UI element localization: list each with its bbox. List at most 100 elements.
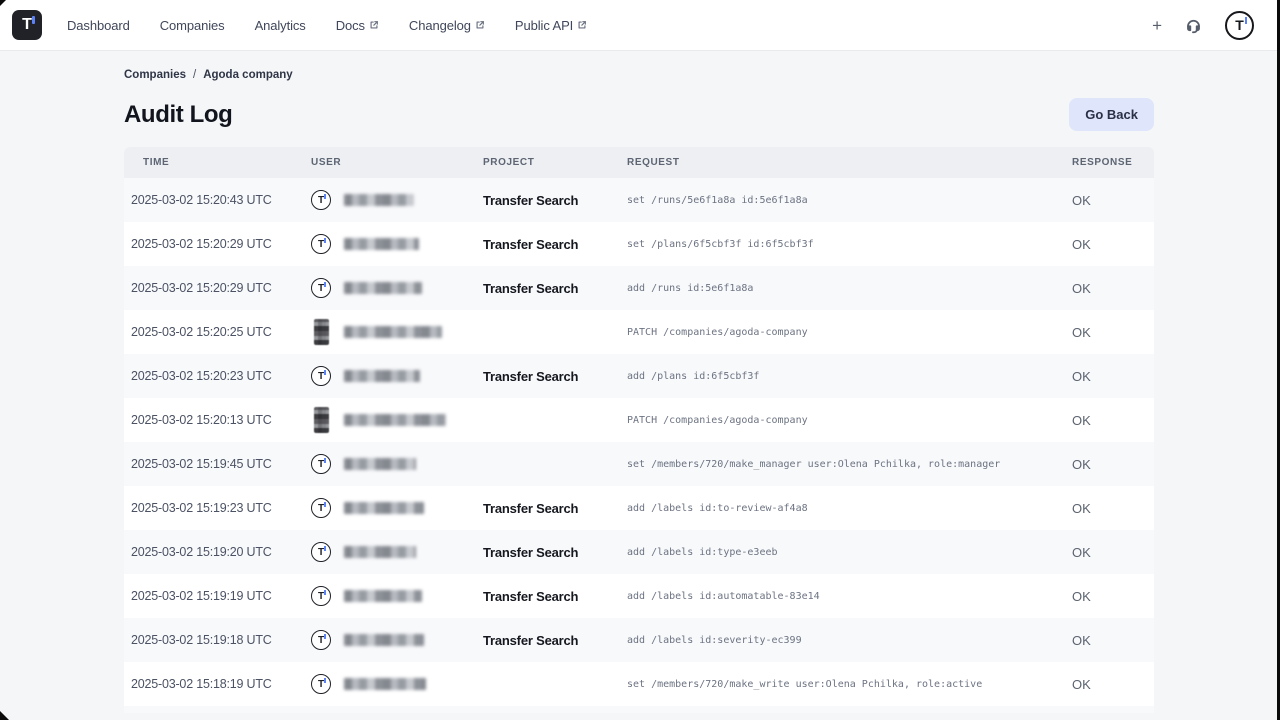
nav-item-analytics[interactable]: Analytics [255, 18, 306, 33]
table-header-row: Time User Project Request Response [124, 147, 1154, 178]
row-time: 2025-03-02 15:19:23 UTC [124, 501, 311, 515]
support-icon[interactable] [1184, 16, 1203, 35]
row-time: 2025-03-02 15:19:18 UTC [124, 633, 311, 647]
row-project: Transfer Search [483, 281, 627, 296]
redacted-user-name [344, 546, 416, 558]
row-time: 2025-03-02 15:20:43 UTC [124, 193, 311, 207]
row-time: 2025-03-02 15:20:23 UTC [124, 369, 311, 383]
user-avatar-logo-icon: T [311, 190, 331, 210]
table-row: 2025-03-02 15:20:29 UTC T Transfer Searc… [124, 222, 1154, 266]
row-user: T [311, 454, 483, 474]
row-response: OK [1072, 281, 1154, 296]
row-request: add /runs id:5e6f1a8a [627, 283, 1072, 294]
row-user: T [311, 234, 483, 254]
nav-item-public-api[interactable]: Public API [515, 18, 587, 33]
redacted-user-name [344, 414, 446, 426]
row-request: add /labels id:type-e3eeb [627, 547, 1072, 558]
row-user: T [311, 366, 483, 386]
row-project: Transfer Search [483, 589, 627, 604]
row-user: T [311, 674, 483, 694]
row-response: OK [1072, 589, 1154, 604]
table-row: 2025-03-02 15:20:43 UTC T Transfer Searc… [124, 178, 1154, 222]
external-link-icon [577, 20, 587, 30]
table-row: 2025-03-02 15:20:13 UTC PATCH /companies… [124, 398, 1154, 442]
user-avatar-logo-icon: T [311, 542, 331, 562]
user-avatar[interactable]: T [1225, 11, 1254, 40]
row-request: PATCH /companies/agoda-company [627, 327, 1072, 338]
nav-item-dashboard[interactable]: Dashboard [67, 18, 130, 33]
external-link-icon [475, 20, 485, 30]
column-header-project: Project [483, 157, 627, 168]
row-time: 2025-03-02 15:20:25 UTC [124, 325, 311, 339]
table-row: 2025-03-02 15:19:20 UTC T Transfer Searc… [124, 530, 1154, 574]
row-request: set /members/720/make_write user:Olena P… [627, 679, 1072, 690]
nav-item-changelog[interactable]: Changelog [409, 18, 485, 33]
row-user [311, 407, 483, 433]
redacted-user-name [344, 194, 414, 206]
row-time: 2025-03-02 15:18:19 UTC [124, 677, 311, 691]
external-link-icon [369, 20, 379, 30]
row-time: 2025-03-02 15:20:29 UTC [124, 237, 311, 251]
table-row: 2025-03-02 15:19:19 UTC T Transfer Searc… [124, 574, 1154, 618]
row-response: OK [1072, 413, 1154, 428]
user-avatar-logo-icon: T [311, 278, 331, 298]
breadcrumb-separator: / [193, 69, 196, 81]
breadcrumb-companies[interactable]: Companies [124, 69, 186, 81]
audit-log-table: Time User Project Request Response 2025-… [124, 147, 1154, 713]
row-time: 2025-03-02 15:20:29 UTC [124, 281, 311, 295]
brand-letter: T [22, 16, 32, 34]
row-request: PATCH /companies/agoda-company [627, 415, 1072, 426]
table-row: 2025-03-02 15:19:18 UTC T Transfer Searc… [124, 618, 1154, 662]
redacted-user-name [344, 458, 416, 470]
table-row: 2025-03-02 15:18:19 UTC T set /members/7… [124, 662, 1154, 706]
go-back-button[interactable]: Go Back [1069, 98, 1154, 131]
redacted-user-name [344, 238, 419, 250]
nav-item-docs[interactable]: Docs [336, 18, 379, 33]
row-project: Transfer Search [483, 633, 627, 648]
column-header-user: User [311, 157, 483, 168]
user-avatar-logo-icon: T [311, 498, 331, 518]
column-header-response: Response [1072, 157, 1154, 168]
row-user: T [311, 190, 483, 210]
redacted-user-name [344, 590, 422, 602]
row-request: add /labels id:automatable-83e14 [627, 591, 1072, 602]
top-nav: T Dashboard Companies Analytics Docs Cha… [0, 0, 1280, 51]
row-response: OK [1072, 325, 1154, 340]
row-time: 2025-03-02 15:20:13 UTC [124, 413, 311, 427]
row-response: OK [1072, 545, 1154, 560]
add-button[interactable]: + [1152, 17, 1162, 34]
redacted-user-name [344, 326, 442, 338]
row-response: OK [1072, 193, 1154, 208]
user-avatar-logo-icon: T [311, 586, 331, 606]
row-request: add /labels id:to-review-af4a8 [627, 503, 1072, 514]
table-body: 2025-03-02 15:20:43 UTC T Transfer Searc… [124, 178, 1154, 706]
redacted-user-name [344, 502, 424, 514]
user-avatar-logo-icon: T [311, 454, 331, 474]
redacted-user-name [344, 634, 424, 646]
table-row: 2025-03-02 15:19:45 UTC T set /members/7… [124, 442, 1154, 486]
row-response: OK [1072, 501, 1154, 516]
table-row: 2025-03-02 15:20:23 UTC T Transfer Searc… [124, 354, 1154, 398]
row-user: T [311, 278, 483, 298]
row-time: 2025-03-02 15:19:20 UTC [124, 545, 311, 559]
nav-actions: + T [1152, 11, 1254, 40]
row-project: Transfer Search [483, 545, 627, 560]
nav-item-companies[interactable]: Companies [160, 18, 225, 33]
row-request: set /runs/5e6f1a8a id:5e6f1a8a [627, 195, 1072, 206]
row-project: Transfer Search [483, 501, 627, 516]
row-response: OK [1072, 633, 1154, 648]
row-project: Transfer Search [483, 369, 627, 384]
row-time: 2025-03-02 15:19:19 UTC [124, 589, 311, 603]
row-project: Transfer Search [483, 193, 627, 208]
row-request: set /members/720/make_manager user:Olena… [627, 459, 1072, 470]
breadcrumb-current[interactable]: Agoda company [203, 69, 292, 81]
brand-logo[interactable]: T [12, 10, 42, 40]
table-row: 2025-03-02 15:20:29 UTC T Transfer Searc… [124, 266, 1154, 310]
table-row: 2025-03-02 15:19:23 UTC T Transfer Searc… [124, 486, 1154, 530]
table-row: 2025-03-02 15:20:25 UTC PATCH /companies… [124, 310, 1154, 354]
user-avatar-logo-icon: T [311, 674, 331, 694]
row-request: add /labels id:severity-ec399 [627, 635, 1072, 646]
main-content: Companies / Agoda company Audit Log Go B… [124, 69, 1154, 713]
avatar-letter: T [1235, 17, 1244, 33]
row-response: OK [1072, 457, 1154, 472]
